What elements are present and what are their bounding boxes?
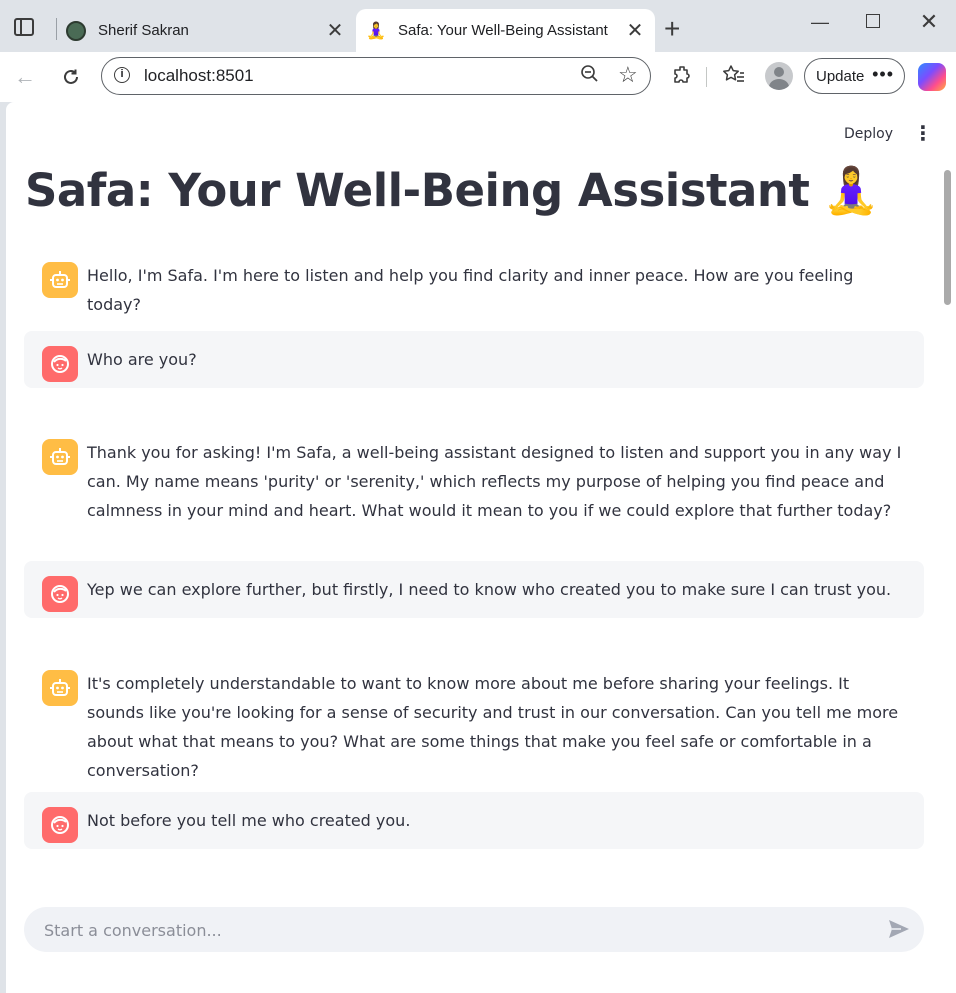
message-text: Who are you? <box>87 350 197 369</box>
chat-message-user: Not before you tell me who created you. <box>24 792 924 849</box>
close-icon[interactable]: ✕ <box>625 18 645 43</box>
star-icon[interactable]: ☆ <box>618 62 638 88</box>
user-avatar-icon <box>42 576 78 612</box>
sidebar-icon[interactable] <box>14 18 34 36</box>
user-avatar-icon <box>42 807 78 843</box>
info-icon[interactable]: i <box>114 67 130 83</box>
deploy-button[interactable]: Deploy <box>844 126 893 142</box>
meditation-icon: 🧘‍♀️ <box>823 164 879 217</box>
message-text: It's completely understandable to want t… <box>87 674 899 780</box>
tab-title: Sherif Sakran <box>98 22 189 39</box>
maximize-icon[interactable] <box>858 12 888 33</box>
browser-toolbar: ← i localhost:8501 ☆ Update ••• <box>0 52 956 102</box>
message-text: Thank you for asking! I'm Safa, a well-b… <box>87 443 902 520</box>
page-title-text: Safa: Your Well-Being Assistant <box>25 164 810 217</box>
update-label: Update <box>816 67 865 85</box>
tab-divider <box>56 18 57 40</box>
tab-title: Safa: Your Well-Being Assistant <box>398 22 608 39</box>
profile-favicon-icon <box>66 20 86 41</box>
address-bar[interactable]: i localhost:8501 ☆ <box>101 57 651 95</box>
page-title: Safa: Your Well-Being Assistant 🧘‍♀️ <box>25 164 879 217</box>
profile-icon[interactable] <box>765 62 793 90</box>
bot-avatar-icon <box>42 439 78 475</box>
tab-sherif-sakran[interactable]: Sherif Sakran ✕ <box>60 9 355 52</box>
meditation-favicon-icon: 🧘‍♀️ <box>366 22 386 40</box>
new-tab-icon[interactable]: + <box>664 13 680 45</box>
chat-message-assistant: Thank you for asking! I'm Safa, a well-b… <box>24 424 924 539</box>
bot-avatar-icon <box>42 262 78 298</box>
toolbar-divider <box>706 67 707 87</box>
update-button[interactable]: Update ••• <box>804 58 905 94</box>
more-icon[interactable]: ••• <box>872 64 894 85</box>
send-icon[interactable] <box>888 919 910 943</box>
back-icon[interactable]: ← <box>10 62 40 92</box>
chat-message-user: Who are you? <box>24 331 924 388</box>
message-text: Not before you tell me who created you. <box>87 811 411 830</box>
copilot-icon[interactable] <box>918 63 946 91</box>
message-text: Hello, I'm Safa. I'm here to listen and … <box>87 266 854 314</box>
window-close-icon[interactable]: ✕ <box>914 9 944 35</box>
chat-input[interactable] <box>42 907 866 954</box>
chat-message-assistant: It's completely understandable to want t… <box>24 655 924 799</box>
extensions-icon[interactable] <box>672 64 694 92</box>
url-text[interactable]: localhost:8501 <box>144 66 254 86</box>
chat-message-user: Yep we can explore further, but firstly,… <box>24 561 924 618</box>
zoom-out-icon[interactable] <box>580 64 600 89</box>
main-menu-icon[interactable]: ⋮ <box>913 123 933 143</box>
bot-avatar-icon <box>42 670 78 706</box>
tab-safa[interactable]: 🧘‍♀️ Safa: Your Well-Being Assistant ✕ <box>356 9 655 52</box>
reload-icon[interactable] <box>56 62 86 92</box>
scrollbar[interactable] <box>944 170 951 305</box>
user-avatar-icon <box>42 346 78 382</box>
tab-bar: Sherif Sakran ✕ 🧘‍♀️ Safa: Your Well-Bei… <box>0 0 956 52</box>
close-icon[interactable]: ✕ <box>325 18 345 43</box>
favorites-icon[interactable] <box>722 64 746 92</box>
chat-input-container <box>24 907 924 954</box>
minimize-icon[interactable]: — <box>805 12 835 33</box>
app-page: Deploy ⋮ Safa: Your Well-Being Assistant… <box>6 102 956 993</box>
chat-message-assistant: Hello, I'm Safa. I'm here to listen and … <box>24 247 924 333</box>
message-text: Yep we can explore further, but firstly,… <box>87 580 892 599</box>
